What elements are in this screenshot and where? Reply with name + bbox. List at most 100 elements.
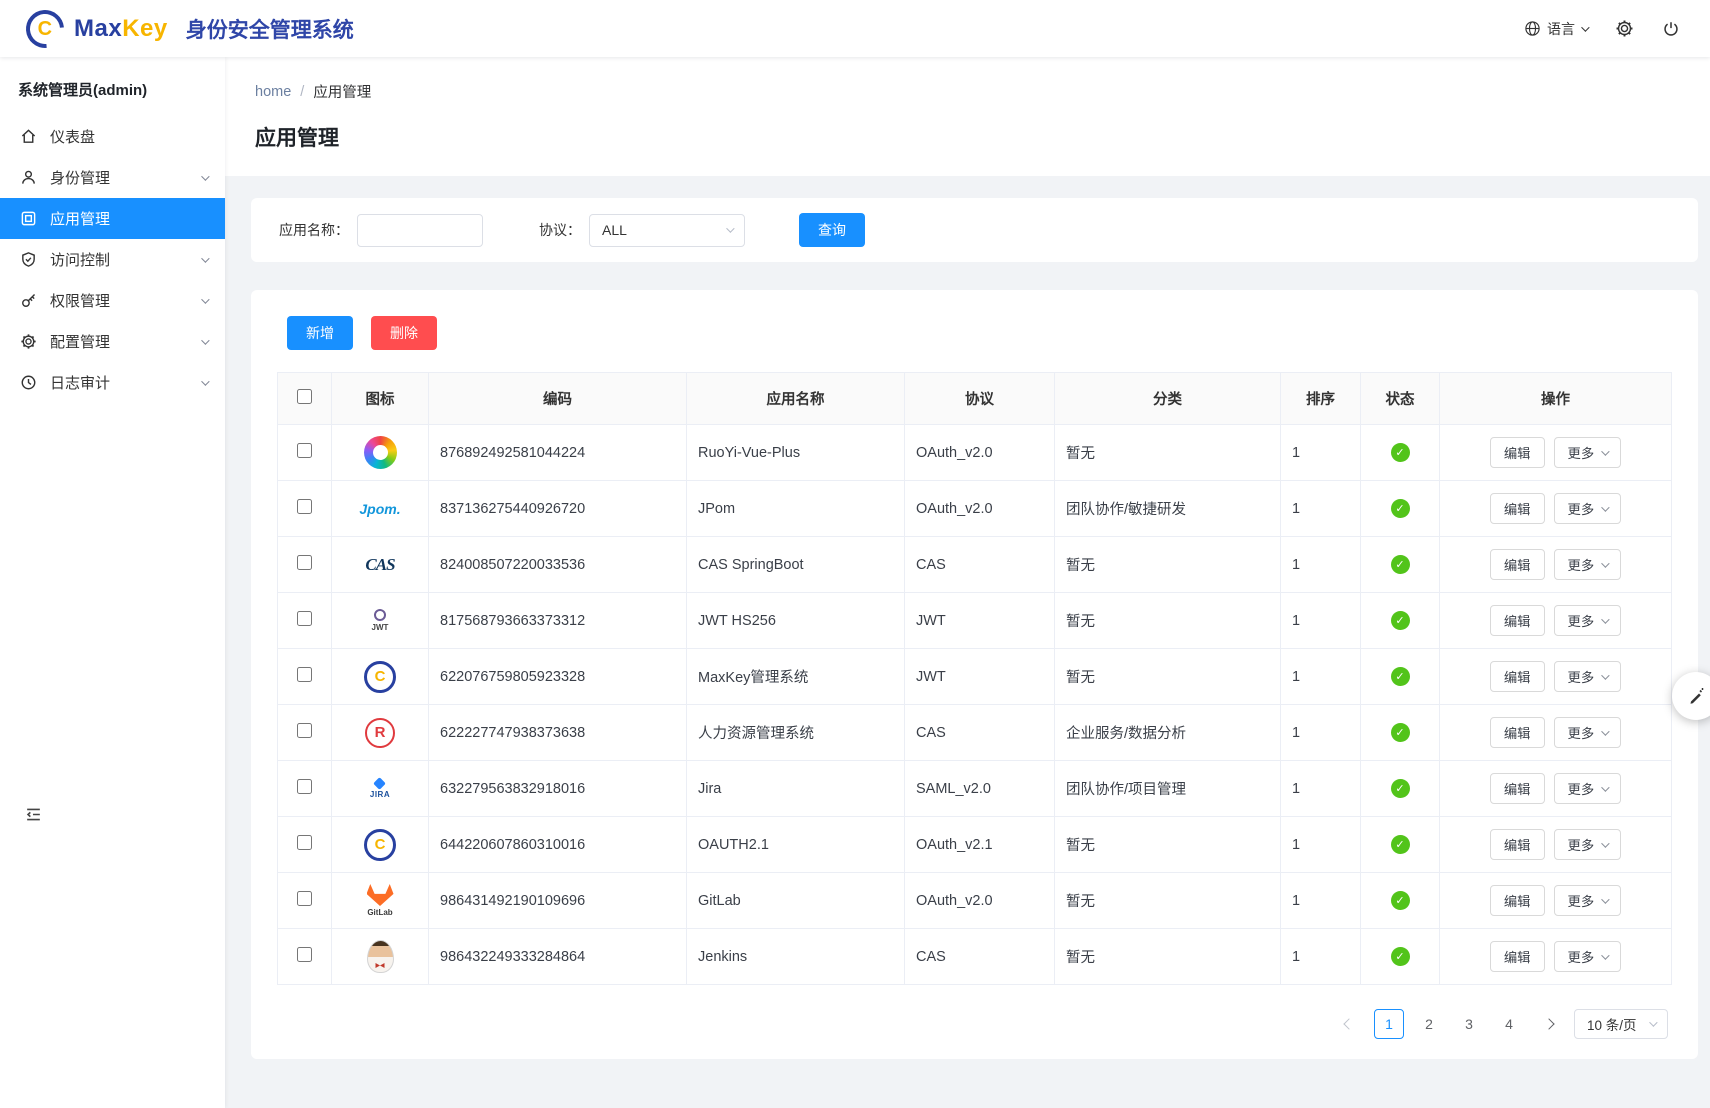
more-button[interactable]: 更多	[1554, 605, 1622, 636]
pagination: 1 2 3 4 10 条/页	[277, 1009, 1672, 1039]
more-button[interactable]: 更多	[1554, 493, 1622, 524]
row-actions: 编辑 更多	[1440, 493, 1671, 524]
delete-button[interactable]: 删除	[371, 316, 437, 350]
sidebar-item-configuration[interactable]: 配置管理	[0, 321, 225, 362]
edit-button[interactable]: 编辑	[1490, 605, 1545, 636]
edit-button[interactable]: 编辑	[1490, 549, 1545, 580]
user-icon	[20, 169, 37, 186]
more-button[interactable]: 更多	[1554, 941, 1622, 972]
search-button[interactable]: 查询	[799, 213, 865, 247]
app-icon-cell	[332, 829, 428, 861]
more-button[interactable]: 更多	[1554, 437, 1622, 468]
sidebar: 系统管理员(admin) 仪表盘 身份管理 应用管理 访问控制 权限管理 配置管…	[0, 57, 225, 1108]
row-checkbox[interactable]	[297, 835, 312, 850]
protocol-select[interactable]: ALL	[589, 214, 745, 247]
shield-icon	[20, 251, 37, 268]
page-size-select[interactable]: 10 条/页	[1574, 1009, 1668, 1039]
gitlab-icon	[367, 884, 394, 917]
edit-button[interactable]: 编辑	[1490, 493, 1545, 524]
table-row: 986431492190109696 GitLab OAuth_v2.0 暂无 …	[278, 873, 1672, 929]
more-button-label: 更多	[1568, 891, 1595, 910]
more-button[interactable]: 更多	[1554, 717, 1622, 748]
edit-button[interactable]: 编辑	[1490, 717, 1545, 748]
sidebar-item-applications[interactable]: 应用管理	[0, 198, 225, 239]
page-button-2[interactable]: 2	[1414, 1009, 1444, 1039]
more-button-label: 更多	[1568, 667, 1595, 686]
settings-button[interactable]	[1615, 19, 1634, 38]
add-button[interactable]: 新增	[287, 316, 353, 350]
row-checkbox[interactable]	[297, 611, 312, 626]
chevron-down-icon	[1649, 1018, 1657, 1026]
sidebar-collapse-button[interactable]	[24, 805, 43, 827]
breadcrumb-home-link[interactable]: home	[255, 84, 291, 100]
page-header: home / 应用管理 应用管理	[225, 57, 1710, 176]
chevron-down-icon	[1601, 783, 1609, 791]
more-button[interactable]: 更多	[1554, 773, 1622, 804]
more-button-label: 更多	[1568, 555, 1595, 574]
prev-page-button[interactable]	[1334, 1009, 1364, 1039]
row-checkbox[interactable]	[297, 779, 312, 794]
page-button-3[interactable]: 3	[1454, 1009, 1484, 1039]
sidebar-item-permissions[interactable]: 权限管理	[0, 280, 225, 321]
check-circle-icon	[1391, 443, 1410, 462]
select-all-checkbox[interactable]	[297, 389, 312, 404]
table-toolbar: 新增 删除	[287, 316, 1672, 350]
row-actions: 编辑 更多	[1440, 885, 1671, 916]
more-button[interactable]: 更多	[1554, 829, 1622, 860]
logout-button[interactable]	[1662, 20, 1680, 38]
app-protocol: OAuth_v2.0	[916, 893, 993, 909]
check-circle-icon	[1391, 555, 1410, 574]
row-checkbox[interactable]	[297, 891, 312, 906]
app-sort: 1	[1292, 837, 1300, 853]
jenkins-icon	[367, 940, 394, 973]
page-button-1[interactable]: 1	[1374, 1009, 1404, 1039]
more-button[interactable]: 更多	[1554, 549, 1622, 580]
edit-button[interactable]: 编辑	[1490, 885, 1545, 916]
chevron-down-icon	[201, 172, 209, 180]
app-code: 824008507220033536	[440, 557, 585, 573]
more-button-label: 更多	[1568, 947, 1595, 966]
breadcrumb-separator: /	[300, 84, 304, 100]
page-button-4[interactable]: 4	[1494, 1009, 1524, 1039]
check-circle-icon	[1391, 611, 1410, 630]
more-button[interactable]: 更多	[1554, 885, 1622, 916]
sidebar-item-label: 仪表盘	[50, 126, 95, 147]
edit-button[interactable]: 编辑	[1490, 941, 1545, 972]
chevron-down-icon	[1601, 503, 1609, 511]
edit-button[interactable]: 编辑	[1490, 829, 1545, 860]
edit-button[interactable]: 编辑	[1490, 437, 1545, 468]
column-header-code: 编码	[429, 373, 687, 425]
app-icon-cell	[332, 940, 428, 973]
app-name-input[interactable]	[357, 214, 483, 247]
app-category: 暂无	[1066, 950, 1095, 966]
row-checkbox[interactable]	[297, 555, 312, 570]
edit-button[interactable]: 编辑	[1490, 773, 1545, 804]
chevron-down-icon	[1601, 727, 1609, 735]
breadcrumb-current: 应用管理	[313, 81, 371, 102]
sidebar-item-dashboard[interactable]: 仪表盘	[0, 116, 225, 157]
chevron-down-icon	[1601, 615, 1609, 623]
row-actions: 编辑 更多	[1440, 773, 1671, 804]
check-circle-icon	[1391, 499, 1410, 518]
row-checkbox[interactable]	[297, 947, 312, 962]
row-checkbox[interactable]	[297, 499, 312, 514]
main-content: home / 应用管理 应用管理 应用名称： 协议： ALL 查询	[225, 57, 1710, 1108]
language-switcher[interactable]: 语言	[1524, 19, 1587, 39]
edit-button[interactable]: 编辑	[1490, 661, 1545, 692]
row-checkbox[interactable]	[297, 667, 312, 682]
jpom-icon	[359, 501, 400, 517]
row-checkbox[interactable]	[297, 443, 312, 458]
sidebar-item-access-control[interactable]: 访问控制	[0, 239, 225, 280]
next-page-button[interactable]	[1534, 1009, 1564, 1039]
sidebar-item-audit-log[interactable]: 日志审计	[0, 362, 225, 403]
app-category: 暂无	[1066, 894, 1095, 910]
table-row: 622076759805923328 MaxKey管理系统 JWT 暂无 1 编…	[278, 649, 1672, 705]
app-code: 817568793663373312	[440, 613, 585, 629]
app-name-filter: 应用名称：	[279, 214, 483, 247]
app-code: 622227747938373638	[440, 725, 585, 741]
sidebar-item-identity[interactable]: 身份管理	[0, 157, 225, 198]
row-checkbox[interactable]	[297, 723, 312, 738]
sidebar-item-label: 应用管理	[50, 208, 110, 229]
more-button[interactable]: 更多	[1554, 661, 1622, 692]
chevron-left-icon	[1343, 1018, 1354, 1029]
